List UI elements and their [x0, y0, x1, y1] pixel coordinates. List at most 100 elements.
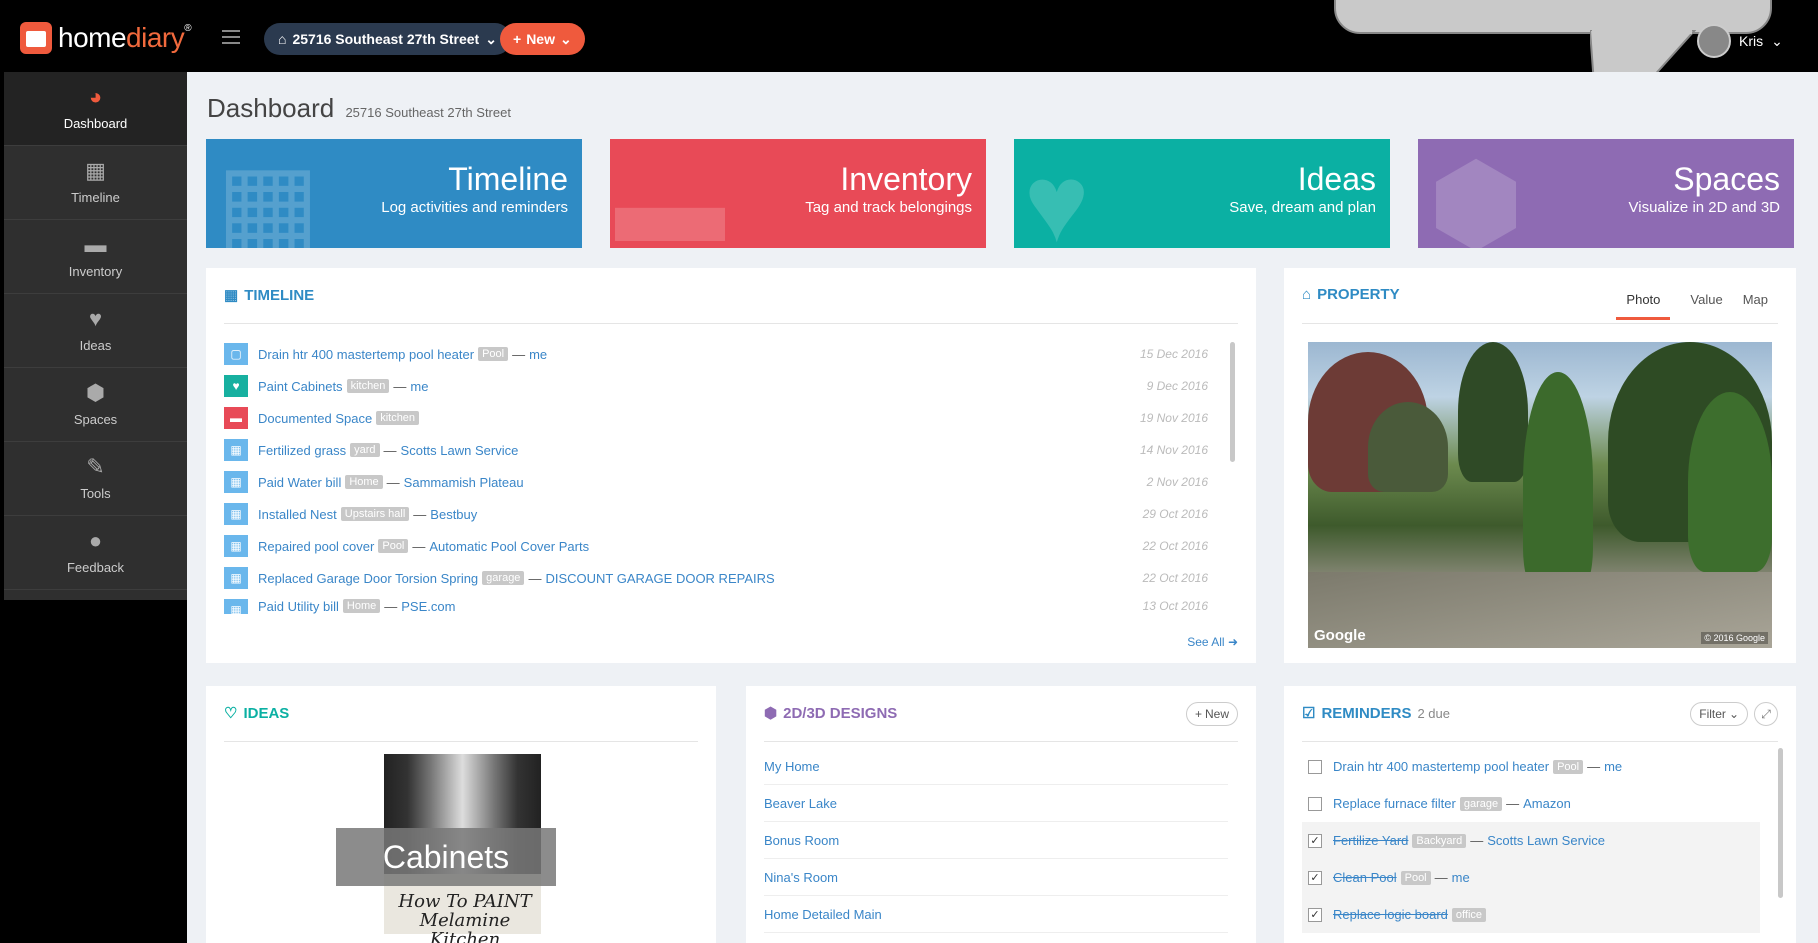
designs-card: ⬢ 2D/3D DESIGNS + New My Home Beaver Lak… [746, 686, 1256, 943]
reminders-card: ☑ REMINDERS 2 due Filter ⌄ ⤢ Drain htr 4… [1284, 686, 1796, 943]
calendar-icon: ▦ [85, 158, 106, 183]
calendar-icon: ▦ [224, 503, 248, 525]
sidebar-item-spaces[interactable]: ⬢ Spaces [4, 368, 187, 442]
heart-icon: ♥ [224, 375, 248, 397]
reminder-row[interactable]: ✓ Fertilize Yard Backyard — Scotts Lawn … [1302, 822, 1760, 859]
cube-icon: ⬢ [85, 380, 106, 405]
timeline-row[interactable]: ♥ Paint Cabinets kitchen — me 9 Dec 2016 [224, 372, 1224, 400]
reminders-scrollbar[interactable] [1778, 748, 1783, 898]
wrench-icon: ✎ [86, 454, 105, 479]
timeline-card: ▦ TIMELINE ▢ Drain htr 400 mastertemp po… [206, 268, 1256, 663]
timeline-row[interactable]: ▦ Fertilized grass yard — Scotts Lawn Se… [224, 436, 1224, 464]
sidebar-item-timeline[interactable]: ▦ Timeline [4, 146, 187, 220]
page-subtitle: 25716 Southeast 27th Street [345, 105, 511, 120]
tab-photo[interactable]: Photo [1616, 292, 1671, 320]
reminder-row[interactable]: ✓ Replace logic board office [1302, 896, 1760, 933]
property-selector-button[interactable]: ⌂ 25716 Southeast 27th Street ⌄ [264, 23, 511, 55]
reminder-checkbox[interactable] [1308, 796, 1322, 811]
heart-outline-icon: ♡ [224, 705, 238, 722]
reminder-checkbox-checked[interactable]: ✓ [1308, 870, 1322, 885]
calendar-icon: ▦ [224, 567, 248, 589]
expand-icon[interactable]: ⤢ [1754, 702, 1778, 726]
reminder-row[interactable]: ✓ Clean Pool Pool — me [1302, 859, 1760, 896]
timeline-row[interactable]: ▦ Replaced Garage Door Torsion Spring ga… [224, 564, 1224, 592]
sidebar-item-inventory[interactable]: ▬ Inventory [4, 220, 187, 294]
tile-ideas[interactable]: ♥ Ideas Save, dream and plan [1014, 139, 1390, 248]
chevron-down-icon: ⌄ [559, 30, 572, 47]
reminder-checkbox-checked[interactable]: ✓ [1308, 833, 1322, 848]
designs-heading: ⬢ 2D/3D DESIGNS [764, 704, 898, 723]
check-square-icon: ☑ [1302, 705, 1316, 722]
calendar-icon: ▦ [224, 599, 248, 614]
timeline-row[interactable]: ▦ Paid Utility bill Home — PSE.com 13 Oc… [224, 596, 1224, 614]
reminder-row[interactable]: Drain htr 400 mastertemp pool heater Poo… [1302, 748, 1760, 785]
calendar-icon: ▦ [224, 535, 248, 557]
main-content: Dashboard 25716 Southeast 27th Street ▦ … [187, 72, 1818, 943]
house-logo-icon [20, 22, 52, 54]
logo-text: homediary [58, 22, 185, 53]
sidebar-item-feedback[interactable]: ● Feedback [4, 516, 187, 590]
photo-tree [1688, 392, 1772, 572]
new-design-button[interactable]: + New [1185, 702, 1238, 726]
timeline-row[interactable]: ▦ Installed Nest Upstairs hall — Bestbuy… [224, 500, 1224, 528]
new-dropdown-button[interactable]: + New ⌄ [500, 23, 585, 55]
reminder-row[interactable]: Replace furnace filter garage — Amazon [1302, 785, 1760, 822]
ideas-card: ♡ IDEAS Cabinets How To PAINT Melamine K… [206, 686, 716, 943]
plus-icon: + [513, 31, 522, 47]
menu-icon[interactable] [222, 30, 240, 44]
sidebar-item-dashboard[interactable]: ◕ Dashboard [4, 72, 187, 146]
property-street-view-photo[interactable]: Google © 2016 Google [1308, 342, 1772, 648]
photo-tree [1458, 342, 1528, 482]
tab-map[interactable]: Map [1743, 292, 1768, 320]
home-icon: ⌂ [1302, 286, 1312, 303]
reminders-due-count: 2 due [1417, 705, 1451, 721]
avatar [1697, 24, 1731, 58]
design-item[interactable]: Beaver Lake [764, 785, 1228, 822]
see-all-link[interactable]: See All ➜ [1187, 635, 1238, 649]
reminders-heading: ☑ REMINDERS 2 due [1302, 704, 1451, 723]
arrow-circle-right-icon: ➜ [1227, 635, 1238, 649]
timeline-row[interactable]: ▦ Repaired pool cover Pool — Automatic P… [224, 532, 1224, 560]
calendar-icon: ▦ [216, 142, 320, 249]
filter-button[interactable]: Filter ⌄ [1690, 702, 1748, 726]
sidebar-item-ideas[interactable]: ♥ Ideas [4, 294, 187, 368]
timeline-heading: ▦ TIMELINE [224, 286, 315, 305]
chevron-down-icon: ⌄ [485, 30, 497, 47]
design-item[interactable]: Bonus Room [764, 822, 1228, 859]
design-item[interactable]: Home Detailed Main [764, 896, 1228, 933]
property-tabs: Photo Value Map [1616, 292, 1768, 320]
comment-icon: ● [88, 528, 103, 553]
timeline-row[interactable]: ▢ Drain htr 400 mastertemp pool heater P… [224, 340, 1224, 368]
tab-value[interactable]: Value [1690, 292, 1722, 320]
reminder-checkbox[interactable] [1308, 759, 1322, 774]
reminder-checkbox-checked[interactable]: ✓ [1308, 907, 1322, 922]
dashboard-icon: ◕ [88, 84, 103, 109]
sidebar-item-tools[interactable]: ✎ Tools [4, 442, 187, 516]
tile-inventory[interactable]: ▬ Inventory Tag and track belongings [610, 139, 986, 248]
timeline-row[interactable]: ▦ Paid Water bill Home — Sammamish Plate… [224, 468, 1224, 496]
tile-spaces[interactable]: ⬢ Spaces Visualize in 2D and 3D [1418, 139, 1794, 248]
idea-image-caption: How To PAINT Melamine Kitchen [398, 891, 532, 943]
checkbox-icon: ▢ [224, 343, 248, 365]
user-menu[interactable]: Kris ⌄ [1697, 24, 1783, 58]
design-item[interactable]: Nina's Room [764, 859, 1228, 896]
ideas-heading: ♡ IDEAS [224, 704, 290, 723]
timeline-scrollbar[interactable] [1230, 342, 1235, 462]
photo-tree [1368, 402, 1448, 492]
property-card: ⌂ PROPERTY Photo Value Map Google © 2016… [1284, 268, 1796, 663]
cube-icon: ⬢ [1428, 142, 1525, 249]
box-icon: ▬ [84, 232, 107, 257]
chevron-down-icon: ⌄ [1771, 32, 1783, 49]
homediary-logo[interactable]: homediary ® [20, 20, 192, 56]
sidebar: ◕ Dashboard ▦ Timeline ▬ Inventory ♥ Ide… [4, 72, 187, 600]
design-item[interactable]: My Home [764, 748, 1228, 785]
chevron-down-icon: ⌄ [1728, 707, 1739, 721]
timeline-row[interactable]: ▬ Documented Space kitchen 19 Nov 2016 [224, 404, 1224, 432]
top-navbar: homediary ® ⌂ 25716 Southeast 27th Stree… [0, 0, 1818, 141]
heart-icon: ♥ [1024, 142, 1090, 249]
idea-title[interactable]: Cabinets [336, 828, 556, 886]
tile-timeline[interactable]: ▦ Timeline Log activities and reminders [206, 139, 582, 248]
property-heading: ⌂ PROPERTY [1302, 286, 1400, 303]
calendar-icon: ▦ [224, 471, 248, 493]
cube-icon: ⬢ [764, 705, 778, 722]
